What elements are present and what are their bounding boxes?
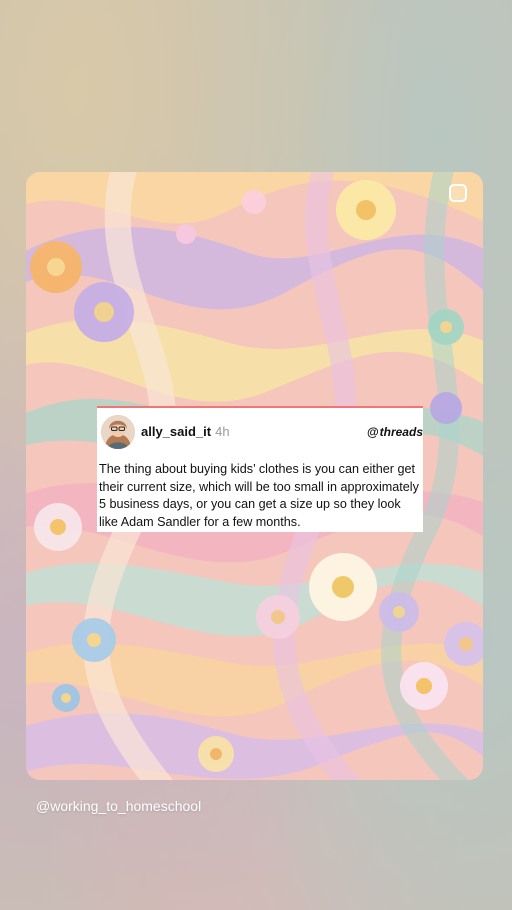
avatar[interactable] (101, 415, 135, 449)
select-square-icon[interactable] (449, 184, 467, 202)
post-age: 4h (215, 424, 230, 439)
post-text: The thing about buying kids’ clothes is … (99, 462, 419, 529)
threads-logo: @ threads (367, 425, 423, 439)
creator-watermark: @working_to_homeschool (36, 798, 202, 814)
threads-post-card: ally_said_it 4h @ threads The thing about… (97, 406, 423, 532)
screen: ally_said_it 4h @ threads The thing about… (0, 0, 512, 910)
threads-logo-icon: @ (366, 425, 379, 439)
threads-wordmark: threads (379, 425, 423, 439)
username[interactable]: ally_said_it (141, 424, 211, 439)
post-author[interactable]: ally_said_it 4h (141, 424, 230, 439)
avatar-image (101, 415, 135, 449)
